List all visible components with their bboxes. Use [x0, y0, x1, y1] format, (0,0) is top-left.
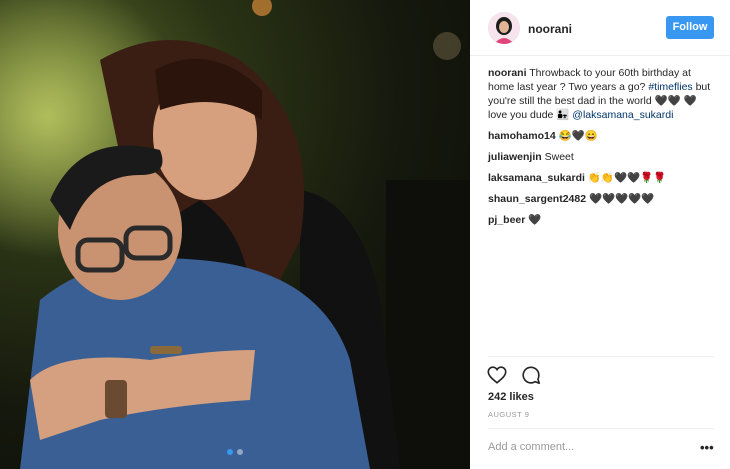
heart-icon[interactable] [486, 364, 508, 386]
comment-item: pj_beer 🖤 [488, 213, 716, 227]
caption-username[interactable]: noorani [488, 67, 527, 79]
carousel-indicator [0, 449, 470, 455]
post-date: AUGUST 9 [488, 410, 530, 419]
comment-username[interactable]: shaun_sargent2482 [488, 193, 586, 205]
comments-list: noorani Throwback to your 60th birthday … [488, 66, 716, 234]
add-comment-input[interactable]: Add a comment... [488, 441, 574, 453]
comment-text: 🖤 [525, 214, 542, 226]
caption-mention[interactable]: @laksamana_sukardi [572, 109, 673, 121]
photo-illustration [0, 0, 470, 469]
avatar-image [488, 12, 520, 44]
comment-username[interactable]: laksamana_sukardi [488, 172, 585, 184]
comment-username[interactable]: juliawenjin [488, 151, 542, 163]
post-side-panel: noorani Follow noorani Throwback to your… [470, 0, 730, 469]
comment-icon[interactable] [520, 364, 542, 386]
action-bar [486, 364, 542, 386]
post-photo[interactable] [0, 0, 470, 469]
carousel-dot-active[interactable] [227, 449, 233, 455]
comment-text: 😂🖤😄 [555, 130, 598, 142]
comment-item: juliawenjin Sweet [488, 150, 716, 164]
post-header: noorani Follow [470, 0, 730, 56]
more-options-icon[interactable]: ••• [700, 440, 714, 455]
comment-text: 👏👏🖤🖤🌹🌹 [584, 172, 667, 184]
comment-text: Sweet [541, 151, 574, 163]
follow-button[interactable]: Follow [666, 16, 714, 39]
divider [488, 428, 714, 429]
post-username[interactable]: noorani [528, 22, 572, 36]
comment-item: laksamana_sukardi 👏👏🖤🖤🌹🌹 [488, 171, 716, 185]
divider [488, 356, 714, 357]
avatar[interactable] [488, 12, 520, 44]
comment-item: hamohamo14 😂🖤😄 [488, 129, 716, 143]
likes-count[interactable]: 242 likes [488, 391, 534, 403]
carousel-dot[interactable] [237, 449, 243, 455]
comment-username[interactable]: hamohamo14 [488, 130, 556, 142]
caption-hashtag[interactable]: #timeflies [648, 81, 692, 93]
comment-text: 🖤🖤🖤🖤🖤 [586, 193, 655, 205]
comment-item: shaun_sargent2482 🖤🖤🖤🖤🖤 [488, 192, 716, 206]
caption: noorani Throwback to your 60th birthday … [488, 66, 716, 122]
comment-username[interactable]: pj_beer [488, 214, 525, 226]
